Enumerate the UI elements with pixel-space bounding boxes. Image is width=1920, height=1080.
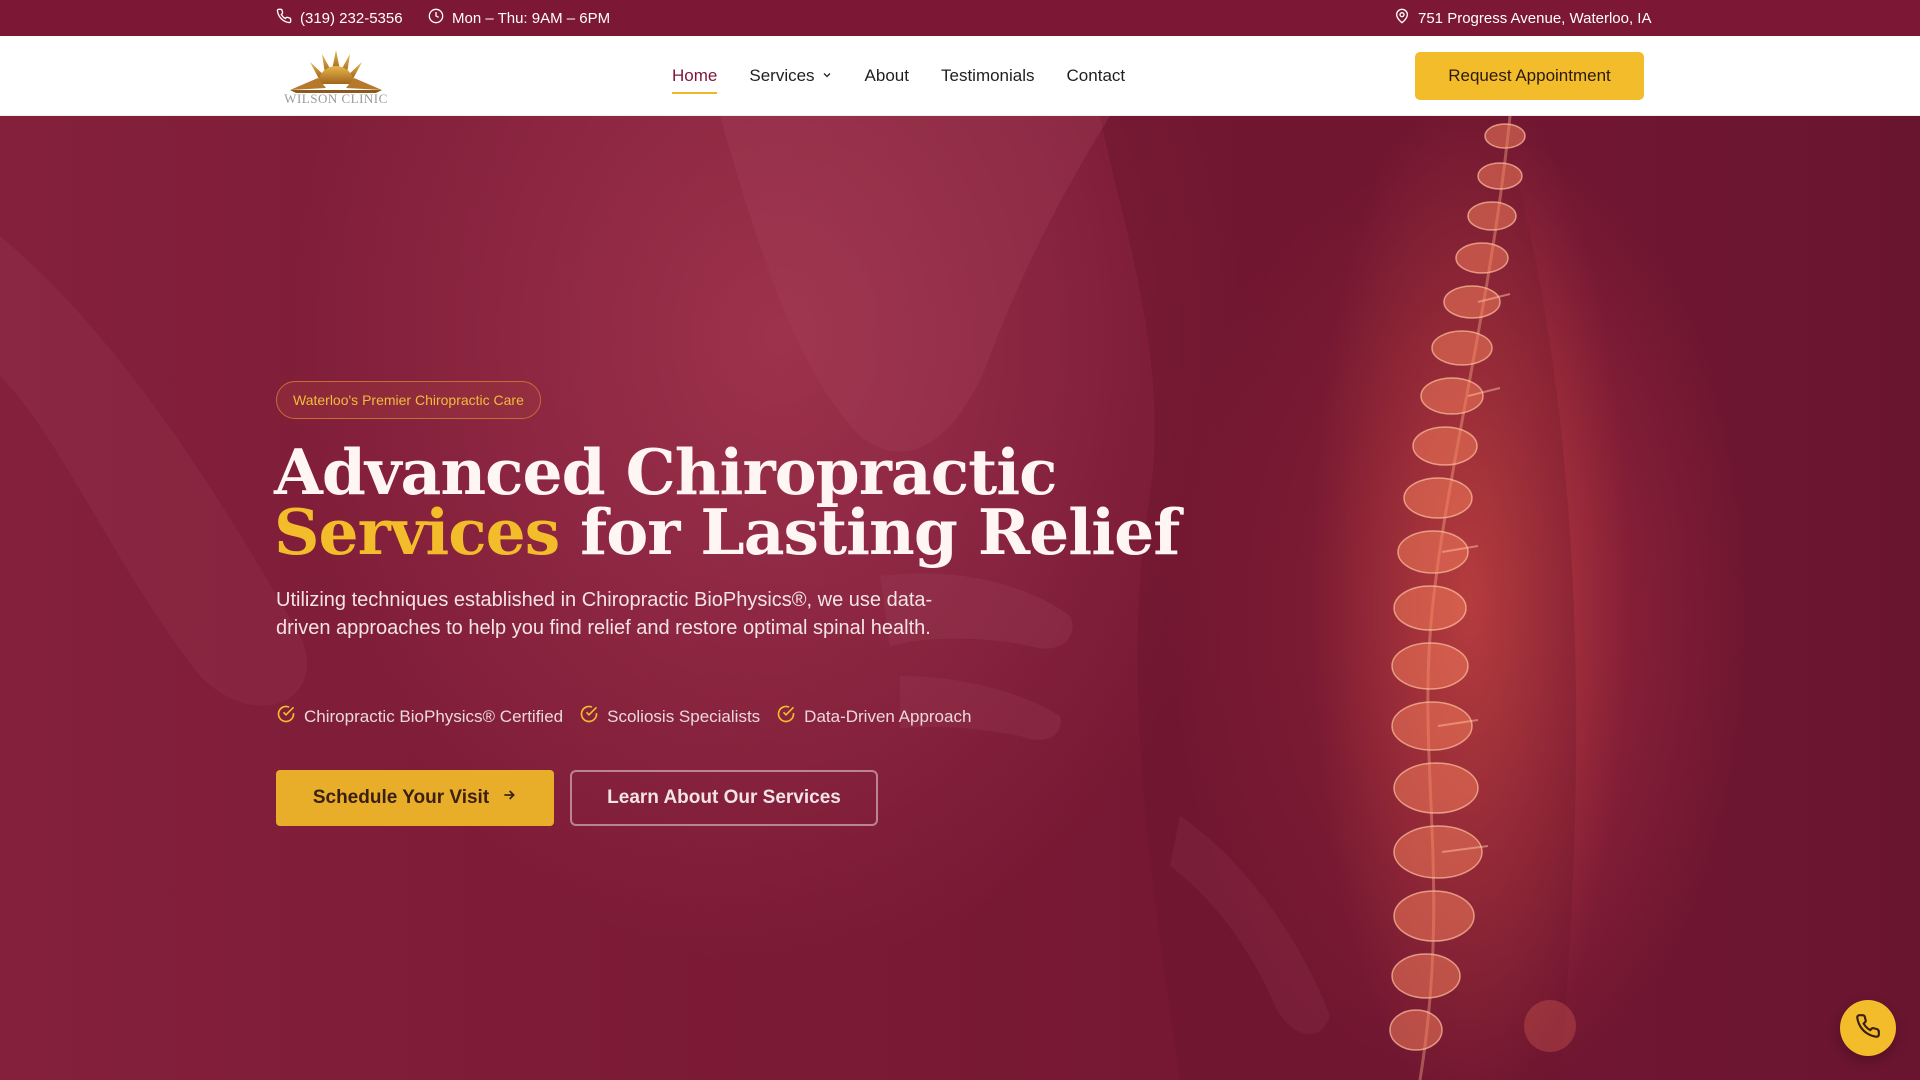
check-circle-icon xyxy=(776,704,796,729)
nav-contact-label: Contact xyxy=(1066,66,1126,85)
learn-services-button[interactable]: Learn About Our Services xyxy=(570,770,878,826)
hero-description: Utilizing techniques established in Chir… xyxy=(276,589,933,639)
feature-label: Data-Driven Approach xyxy=(804,706,972,726)
check-circle-icon xyxy=(579,704,599,729)
main-nav: Home Services About Testimonials Contact xyxy=(672,36,1125,116)
topbar-hours-text: Mon – Thu: 9AM – 6PM xyxy=(452,9,611,27)
arrow-right-icon xyxy=(501,787,517,809)
phone-icon xyxy=(1855,1013,1881,1044)
feature-item: Data-Driven Approach xyxy=(776,704,971,729)
nav-testimonials[interactable]: Testimonials xyxy=(941,66,1035,86)
hero-headline: Advanced Chiropractic Services for Lasti… xyxy=(274,441,1180,564)
hero-badge: Waterloo's Premier Chiropractic Care xyxy=(276,381,541,419)
check-circle-icon xyxy=(276,704,296,729)
request-appointment-button[interactable]: Request Appointment xyxy=(1415,52,1644,100)
nav-home[interactable]: Home xyxy=(672,66,718,94)
headline-accent: Services xyxy=(274,495,560,569)
site-header: WILSON CLINIC Home Services About Testim… xyxy=(0,36,1920,116)
feature-label: Chiropractic BioPhysics® Certified xyxy=(304,706,564,726)
phone-icon xyxy=(276,8,292,28)
nav-about[interactable]: About xyxy=(865,66,909,86)
nav-testimonials-label: Testimonials xyxy=(940,66,1035,85)
nav-services[interactable]: Services xyxy=(749,66,832,86)
headline-line2: for Lasting Relief xyxy=(580,495,1180,569)
hero-section: Waterloo's Premier Chiropractic Care Adv… xyxy=(0,116,1920,1080)
top-info-bar: (319) 232-5356 Mon – Thu: 9AM – 6PM 751 … xyxy=(0,0,1920,36)
clock-icon xyxy=(428,8,444,28)
feature-item: Scoliosis Specialists xyxy=(579,704,760,729)
schedule-visit-button[interactable]: Schedule Your Visit xyxy=(276,770,554,826)
topbar-address[interactable]: 751 Progress Avenue, Waterloo, IA xyxy=(1394,0,1651,36)
nav-contact[interactable]: Contact xyxy=(1067,66,1126,86)
topbar-hours: Mon – Thu: 9AM – 6PM xyxy=(428,0,610,36)
hero-features: Chiropractic BioPhysics® Certified Scoli… xyxy=(276,704,971,729)
feature-item: Chiropractic BioPhysics® Certified xyxy=(276,704,563,729)
schedule-visit-label: Schedule Your Visit xyxy=(312,787,490,808)
floating-call-button[interactable] xyxy=(1840,1000,1896,1056)
logo-wordmark: WILSON CLINIC xyxy=(284,91,388,106)
nav-services-label: Services xyxy=(749,66,815,85)
topbar-phone[interactable]: (319) 232-5356 xyxy=(276,0,403,36)
feature-label: Scoliosis Specialists xyxy=(607,706,761,726)
nav-home-label: Home xyxy=(672,66,718,85)
chevron-down-icon xyxy=(821,66,833,86)
map-pin-icon xyxy=(1394,8,1410,28)
topbar-phone-text: (319) 232-5356 xyxy=(300,9,403,27)
nav-about-label: About xyxy=(864,66,909,85)
topbar-address-text: 751 Progress Avenue, Waterloo, IA xyxy=(1418,9,1652,27)
